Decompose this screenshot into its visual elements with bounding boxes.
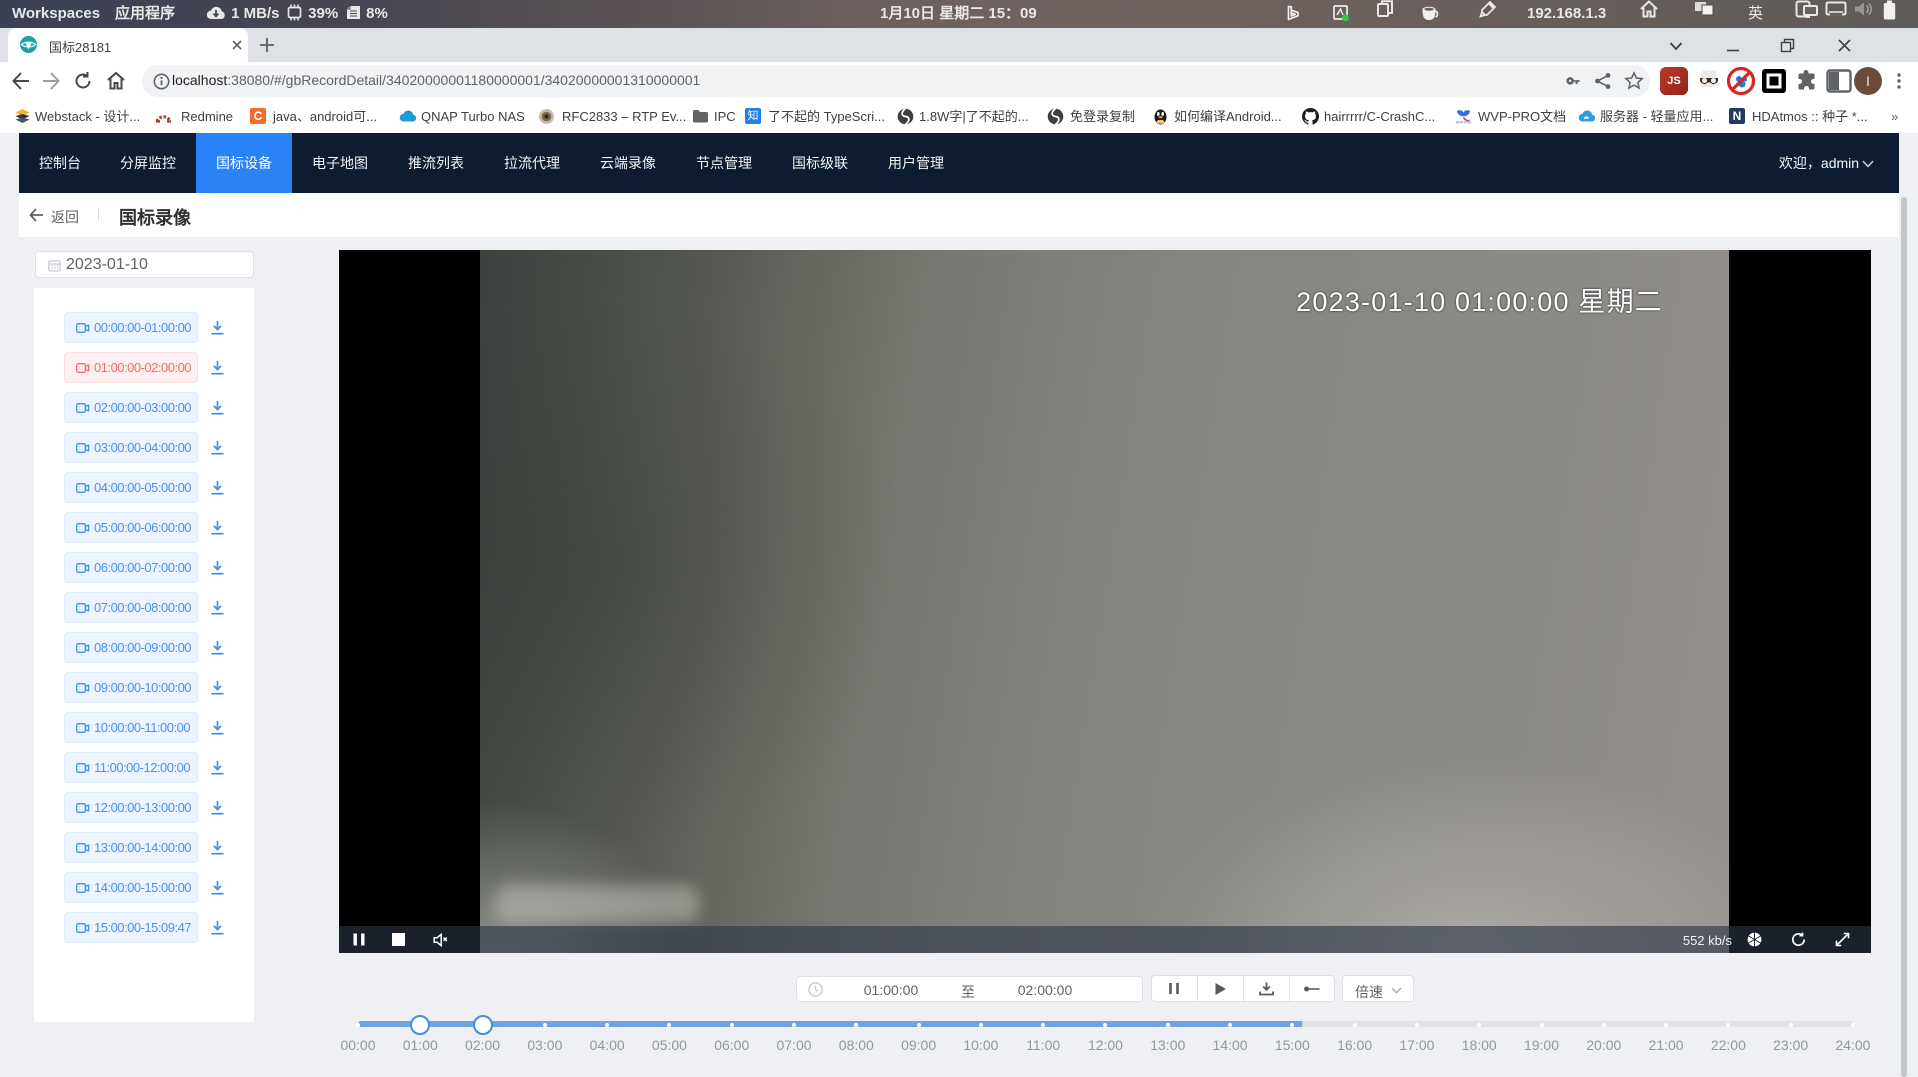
svg-text:WVP-PRO: WVP-PRO <box>1456 121 1472 125</box>
